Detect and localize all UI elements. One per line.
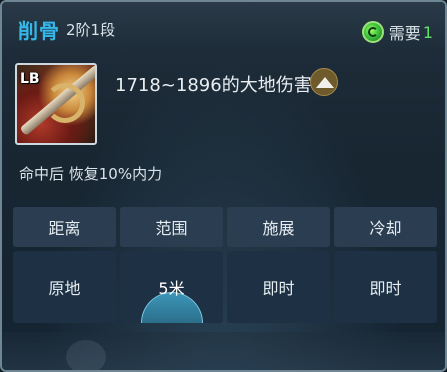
- skill-name: 削骨: [18, 19, 60, 43]
- stat-value-distance: 原地: [13, 251, 116, 323]
- requirement: 需要 1: [361, 20, 433, 44]
- stat-value-range-text: 5米: [158, 279, 185, 298]
- stat-header-distance: 距离: [13, 207, 116, 247]
- stat-value-cooldown: 即时: [334, 251, 437, 323]
- effect-text: 命中后 恢复10%内力: [19, 165, 163, 183]
- skill-tier: 2阶1段: [66, 21, 116, 39]
- mountain-icon: [310, 68, 338, 96]
- key-badge: LB: [20, 71, 40, 87]
- damage-text: 1718~1896的大地伤害: [115, 75, 312, 96]
- requirement-value: 1: [422, 22, 433, 42]
- weapon-hook-art: [45, 83, 85, 123]
- tooltip-header: 削骨 2阶1段 需要 1: [2, 2, 445, 52]
- stat-value-cast: 即时: [227, 251, 330, 323]
- skill-icon: LB: [15, 63, 97, 145]
- stats-grid: 距离 范围 施展 冷却 原地 5米 即时 即时: [13, 207, 437, 323]
- skill-tooltip: 削骨 2阶1段 需要 1 LB 1718~1896的大地伤害 命中后 恢复10%…: [0, 0, 447, 372]
- stat-header-cooldown: 冷却: [334, 207, 437, 247]
- green-spiral-icon: [361, 21, 384, 43]
- stat-value-range: 5米: [120, 251, 223, 323]
- stat-header-cast: 施展: [227, 207, 330, 247]
- stat-header-range: 范围: [120, 207, 223, 247]
- faded-background-icon: [66, 340, 106, 370]
- requirement-label: 需要: [388, 24, 421, 43]
